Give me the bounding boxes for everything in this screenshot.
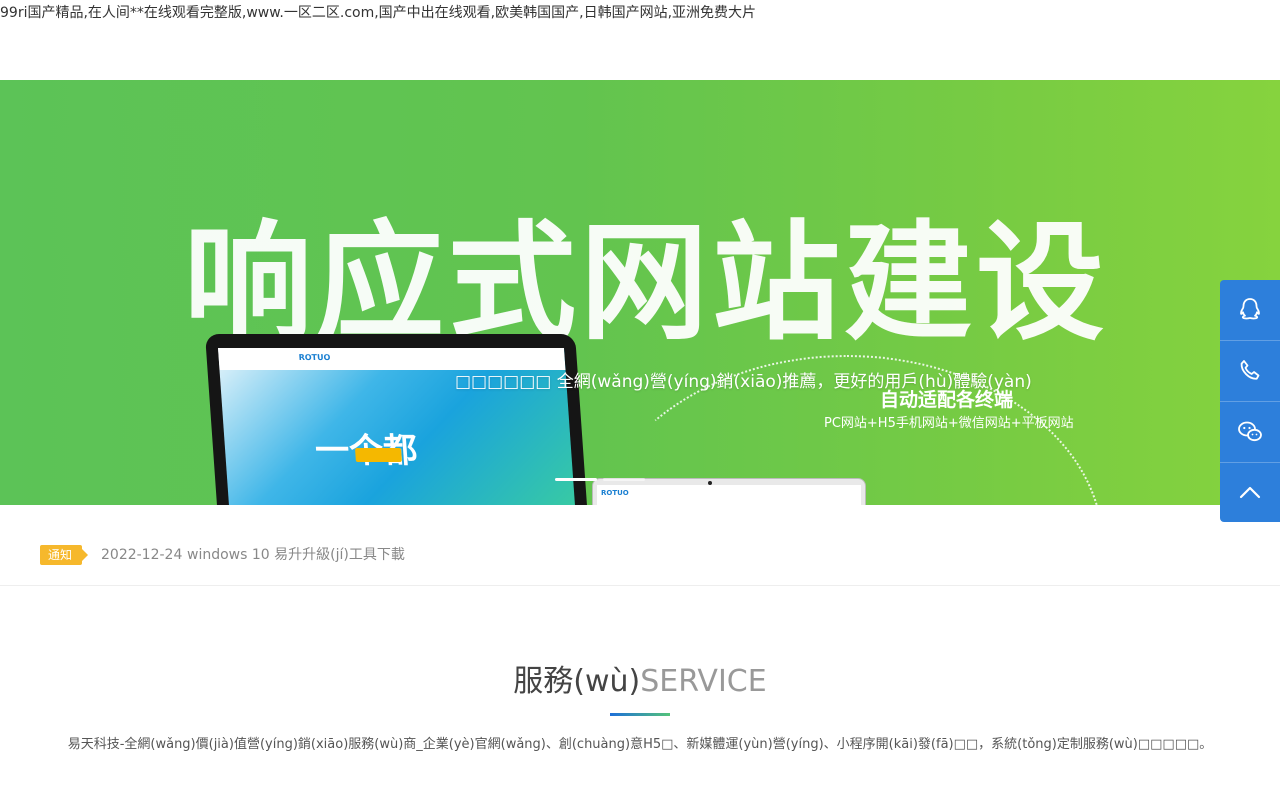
camera-dot [708,481,712,485]
banner-adapt-subtitle: PC网站+H5手机网站+微信网站+平板网站 [824,416,1074,431]
notice-date: 2022-12-24 [101,547,183,563]
slider-dot-2[interactable] [603,478,645,481]
laptop-mockup: ROTUO 一个都 [205,334,589,505]
second-laptop-mockup: ROTUO [592,478,866,505]
service-heading: 服務(wù)SERVICE [0,662,1280,702]
wechat-button[interactable] [1220,402,1280,463]
slider-dot-1[interactable] [555,478,597,481]
notice-link[interactable]: windows 10 易升升級(jí)工具下載 [187,545,405,565]
wechat-icon [1238,421,1262,442]
second-laptop-screen: ROTUO [597,485,861,505]
notice-bar: 通知 2022-12-24 windows 10 易升升級(jí)工具下載 [0,505,1280,586]
phone-button[interactable] [1220,341,1280,402]
hero-banner[interactable]: 响应式网站建设 ROTUO 一个都 ROTUO □□□□□□ 全網(wǎng)營… [0,80,1280,505]
notice-badge: 通知 [40,545,89,565]
service-description: 易天科技-全網(wǎng)價(jià)值營(yíng)銷(xiāo)服務(wù)… [67,737,1213,752]
back-to-top-button[interactable] [1220,463,1280,522]
qq-icon [1240,298,1260,320]
second-screen-logo: ROTUO [601,489,629,497]
banner-headline: 响应式网站建设 [183,209,1108,358]
screen-tag [354,448,402,462]
back-to-top-icon [1239,486,1261,499]
banner-adapt-title: 自动适配各终端 [880,389,1014,411]
service-title-en: SERVICE [640,664,767,699]
floating-contact-bar [1220,280,1280,522]
service-title-cn: 服務(wù) [513,664,641,699]
service-underline [610,713,670,716]
screen-logo: ROTUO [298,353,331,362]
top-keywords-text: 99ri国产精品,在人间**在线观看完整版,www.一区二区.com,国产中出在… [0,5,757,21]
qq-button[interactable] [1220,280,1280,341]
phone-icon [1240,360,1260,380]
